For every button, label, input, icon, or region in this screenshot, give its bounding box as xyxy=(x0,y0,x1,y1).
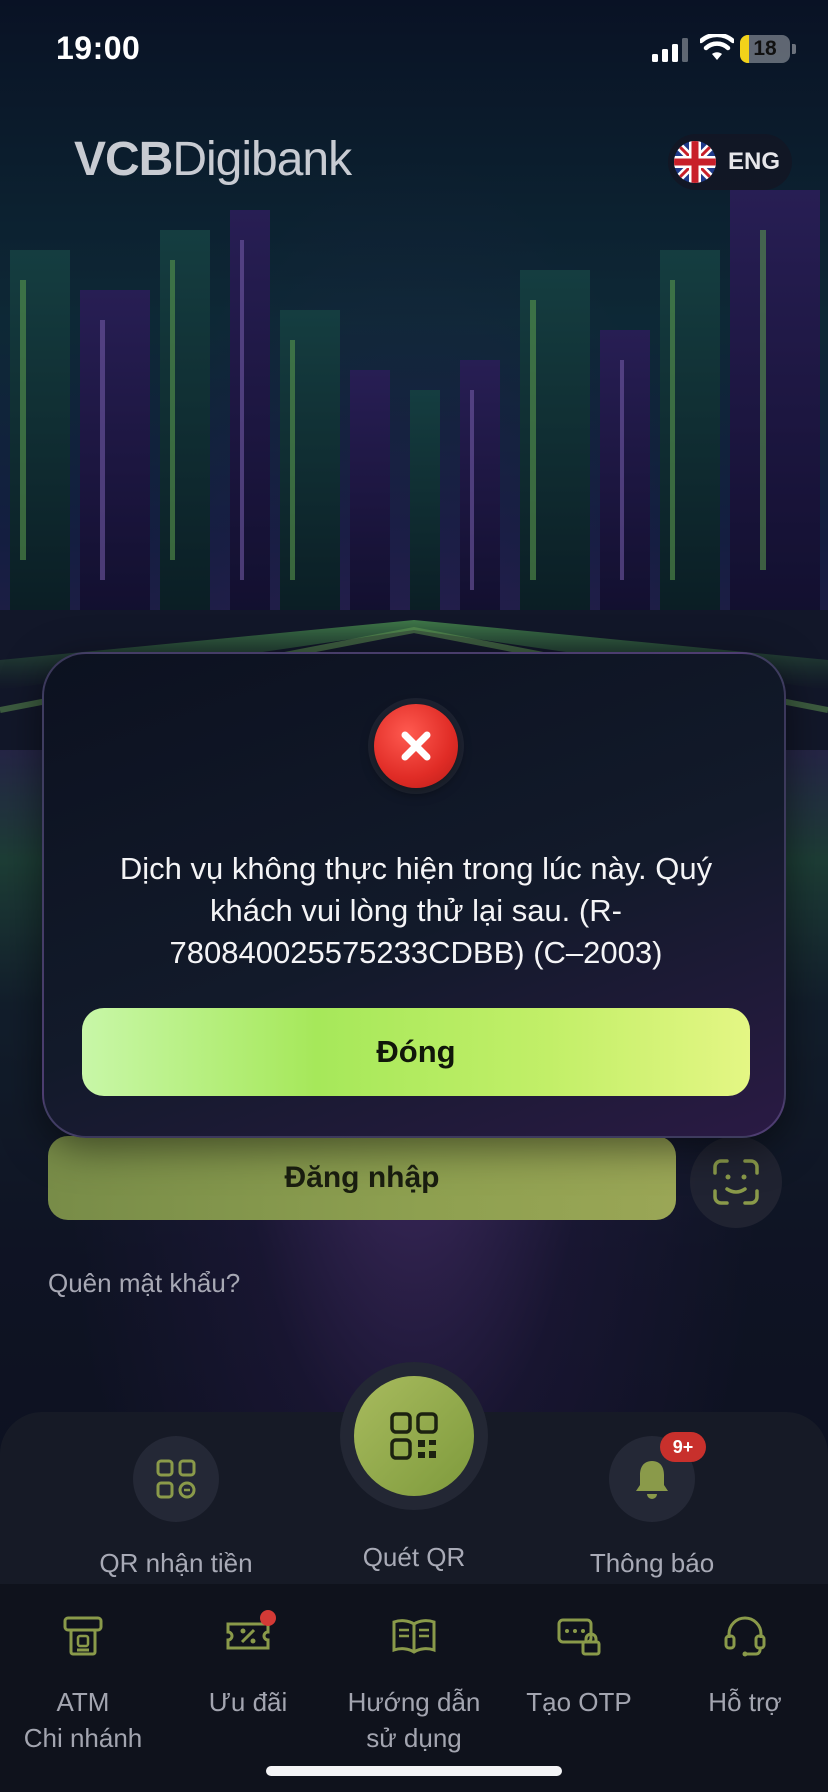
notification-count-badge: 9+ xyxy=(660,1432,706,1462)
discount-ticket-icon xyxy=(224,1610,276,1660)
nav-atm-label-line2: Chi nhánh xyxy=(23,1723,143,1753)
nav-offers-label: Ưu đãi xyxy=(208,1687,288,1717)
nav-offers[interactable]: Ưu đãi xyxy=(165,1610,331,1720)
error-message: Dịch vụ không thực hiện trong lúc này. Q… xyxy=(119,851,713,970)
nav-user-guide[interactable]: Hướng dẫn sử dụng xyxy=(331,1612,497,1756)
error-dialog: Dịch vụ không thực hiện trong lúc này. Q… xyxy=(42,652,786,1138)
atm-icon xyxy=(59,1612,107,1660)
nav-guide-label-line2: sử dụng xyxy=(366,1723,462,1753)
forgot-password-link[interactable]: Quên mật khẩu? xyxy=(48,1268,240,1299)
nav-atm-label-line1: ATM xyxy=(56,1687,110,1717)
logo-bold-text: VCB xyxy=(74,133,173,186)
app-logo: VCBDigibank xyxy=(74,132,352,187)
battery-tip xyxy=(792,44,796,54)
qr-receive-label: QR nhận tiền xyxy=(99,1548,253,1578)
nav-create-otp[interactable]: Tạo OTP xyxy=(496,1612,662,1720)
nav-atm-label: ATM Chi nhánh xyxy=(0,1684,166,1756)
wifi-icon xyxy=(700,34,734,60)
status-bar: 19:00 18 xyxy=(0,0,828,100)
scan-qr-circle xyxy=(354,1376,474,1496)
app-screen: 19:00 18 VCBDigibank ENG Đăng nhập Quên … xyxy=(0,0,828,1792)
nav-otp-label: Tạo OTP xyxy=(526,1687,632,1717)
book-icon xyxy=(390,1612,438,1660)
close-dialog-button[interactable]: Đóng xyxy=(82,1008,750,1096)
qr-receive-icon xyxy=(133,1436,219,1522)
face-id-icon xyxy=(713,1159,759,1205)
login-button[interactable]: Đăng nhập xyxy=(48,1136,676,1220)
notifications-action[interactable]: Thông báo xyxy=(552,1436,752,1579)
qr-scan-icon xyxy=(390,1412,438,1460)
nav-support-label: Hỗ trợ xyxy=(708,1687,782,1717)
battery-icon: 18 xyxy=(740,35,790,63)
face-id-button[interactable] xyxy=(690,1136,782,1228)
offers-new-dot xyxy=(260,1610,276,1626)
notifications-label: Thông báo xyxy=(589,1548,715,1578)
home-indicator[interactable] xyxy=(266,1766,562,1776)
cellular-signal-icon xyxy=(652,38,688,62)
logo-light-text: Digibank xyxy=(172,133,352,186)
qr-receive-action[interactable]: QR nhận tiền xyxy=(76,1436,276,1579)
error-x-icon xyxy=(374,704,458,788)
nav-guide-label: Hướng dẫn sử dụng xyxy=(331,1684,497,1756)
language-switcher[interactable]: ENG xyxy=(668,134,792,190)
uk-flag-icon xyxy=(674,141,716,183)
battery-percent: 18 xyxy=(753,37,777,60)
scan-qr-button[interactable] xyxy=(340,1362,488,1510)
language-label: ENG xyxy=(728,148,781,175)
scan-qr-label: Quét QR xyxy=(362,1542,466,1572)
status-time: 19:00 xyxy=(56,30,141,66)
nav-support[interactable]: Hỗ trợ xyxy=(662,1612,828,1720)
nav-atm-branch[interactable]: ATM Chi nhánh xyxy=(0,1612,166,1756)
nav-guide-label-line1: Hướng dẫn xyxy=(347,1687,481,1717)
otp-lock-icon xyxy=(555,1612,603,1660)
headset-icon xyxy=(721,1612,769,1660)
